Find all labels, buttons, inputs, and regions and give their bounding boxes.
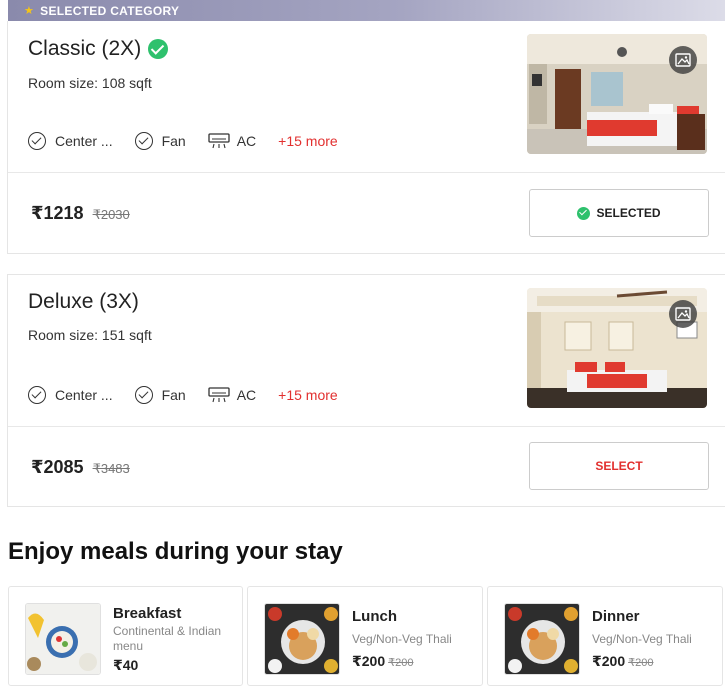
check-circle-icon <box>134 386 153 404</box>
button-label: SELECT <box>595 459 643 473</box>
star-icon: ★ <box>24 5 35 17</box>
image-gallery-icon <box>675 53 691 67</box>
current-price: ₹2085 <box>31 457 84 477</box>
meal-card-breakfast[interactable]: Breakfast Continental & Indian menu ₹40 <box>8 586 243 686</box>
amenity-label: Center ... <box>55 387 113 403</box>
meal-name: Dinner <box>592 608 640 625</box>
amenities-list: Center ... Fan AC +15 more <box>28 386 338 404</box>
room-card-classic: Classic (2X) Room size: 108 sqft Center … <box>7 21 725 254</box>
meal-current-price: ₹200 <box>352 653 386 669</box>
room-title: Classic (2X) <box>28 37 169 61</box>
amenity-label: Center ... <box>55 133 113 149</box>
check-circle-icon <box>134 132 153 150</box>
gallery-button[interactable] <box>669 46 697 74</box>
banner-label: SELECTED CATEGORY <box>40 3 180 18</box>
card-divider <box>8 426 725 427</box>
original-price: ₹3483 <box>92 461 130 476</box>
selected-button[interactable]: SELECTED <box>529 189 709 237</box>
room-photo[interactable] <box>527 288 707 408</box>
amenity-center: Center ... <box>28 132 113 150</box>
meal-description: Veg/Non-Veg Thali <box>592 632 692 646</box>
room-photo[interactable] <box>527 34 707 154</box>
ac-icon <box>208 387 230 403</box>
selected-category-banner: ★ SELECTED CATEGORY <box>8 0 725 21</box>
meal-original-price: ₹200 <box>388 657 414 669</box>
meal-original-price: ₹200 <box>628 657 654 669</box>
room-card-deluxe: Deluxe (3X) Room size: 151 sqft Center .… <box>7 274 725 507</box>
amenity-fan: Fan <box>134 132 186 150</box>
amenity-label: Fan <box>161 133 186 149</box>
price-block: ₹2085 ₹3483 <box>31 457 130 478</box>
amenity-center: Center ... <box>28 386 113 404</box>
meal-photo <box>25 603 101 675</box>
amenity-label: AC <box>236 133 257 149</box>
more-amenities-link[interactable]: +15 more <box>278 133 338 149</box>
price-block: ₹1218 ₹2030 <box>31 203 130 224</box>
select-button[interactable]: SELECT <box>529 442 709 490</box>
meal-current-price: ₹200 <box>592 653 626 669</box>
meal-name: Breakfast <box>113 605 182 622</box>
check-circle-icon <box>28 132 46 150</box>
thali-image <box>505 604 579 674</box>
button-label: SELECTED <box>596 206 661 220</box>
more-amenities-link[interactable]: +15 more <box>278 387 338 403</box>
meal-card-dinner[interactable]: Dinner Veg/Non-Veg Thali ₹200 ₹200 <box>487 586 723 686</box>
thali-image <box>265 604 339 674</box>
current-price: ₹1218 <box>31 203 84 223</box>
ac-icon <box>208 133 230 149</box>
card-divider <box>8 172 725 173</box>
room-name: Deluxe (3X) <box>28 290 139 313</box>
check-circle-icon <box>28 386 46 404</box>
amenity-ac: AC <box>208 133 256 149</box>
gallery-button[interactable] <box>669 300 697 328</box>
room-size: Room size: 151 sqft <box>28 327 152 343</box>
amenity-label: AC <box>236 387 257 403</box>
amenity-label: Fan <box>161 387 186 403</box>
image-gallery-icon <box>675 307 691 321</box>
breakfast-image <box>26 604 100 674</box>
meal-price: ₹200 ₹200 <box>592 653 653 670</box>
amenity-fan: Fan <box>134 386 186 404</box>
meal-price: ₹200 ₹200 <box>352 653 413 670</box>
room-title: Deluxe (3X) <box>28 290 139 314</box>
meal-photo <box>504 603 580 675</box>
amenities-list: Center ... Fan AC +15 more <box>28 132 338 150</box>
meal-card-lunch[interactable]: Lunch Veg/Non-Veg Thali ₹200 ₹200 <box>247 586 483 686</box>
meal-description: Continental & Indian menu <box>113 624 222 653</box>
meal-photo <box>264 603 340 675</box>
verified-check-icon <box>148 39 169 59</box>
room-size: Room size: 108 sqft <box>28 75 152 91</box>
meals-heading: Enjoy meals during your stay <box>8 538 343 565</box>
check-icon <box>577 206 591 220</box>
meal-name: Lunch <box>352 608 397 625</box>
room-name: Classic (2X) <box>28 37 142 60</box>
original-price: ₹2030 <box>92 207 130 222</box>
amenity-ac: AC <box>208 387 256 403</box>
meal-current-price: ₹40 <box>113 657 139 673</box>
meal-price: ₹40 <box>113 657 138 674</box>
meal-description: Veg/Non-Veg Thali <box>352 632 452 646</box>
